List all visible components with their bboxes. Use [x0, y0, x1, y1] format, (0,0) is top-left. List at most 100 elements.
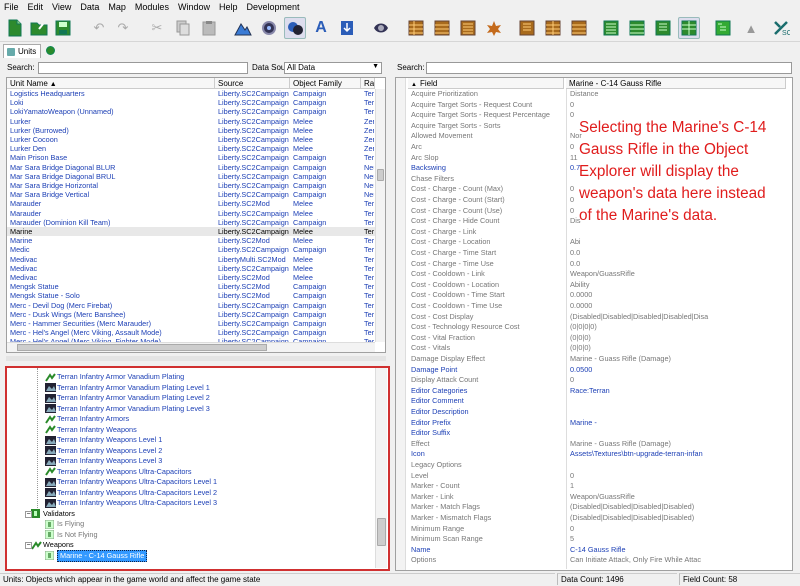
unit-list-column-header[interactable]: Ra — [361, 78, 375, 89]
menu-item-help[interactable]: Help — [219, 2, 238, 12]
field-row[interactable]: Marker - Count 1 — [408, 481, 786, 492]
field-column-header[interactable]: ▲ Field — [408, 78, 564, 89]
table-row[interactable]: Mar Sara Bridge Horizontal Liberty.SC2Cam… — [7, 181, 375, 190]
field-row[interactable]: Editor Categories Race:Terran — [408, 386, 786, 397]
unit-list-scrollbar[interactable] — [375, 89, 385, 342]
table-row[interactable]: Logistics Headquarters Liberty.SC2Campaig… — [7, 89, 375, 98]
tree-scrollbar[interactable] — [375, 368, 387, 568]
save-icon[interactable] — [52, 17, 74, 39]
table-row[interactable]: Lurker Den Liberty.SC2Campaign Melee Zer — [7, 144, 375, 153]
tree-item-is-flying[interactable]: Is Flying — [44, 519, 84, 530]
tree-item[interactable]: Terran Infantry Weapons — [45, 425, 137, 436]
menu-item-modules[interactable]: Modules — [135, 2, 169, 12]
table-row[interactable]: Mengsk Statue Liberty.SC2Mod Campaign Ter — [7, 282, 375, 291]
paste-icon[interactable] — [198, 17, 220, 39]
table-row[interactable]: Medivac LibertyMulti.SC2Mod Melee Ter — [7, 255, 375, 264]
tree-item[interactable]: Terran Infantry Weapons Ultra-Capacitors… — [45, 477, 217, 488]
green-list-icon[interactable] — [626, 17, 648, 39]
table-view-icon[interactable] — [431, 17, 453, 39]
field-row[interactable]: Marker - Link Weapon/GuassRifle — [408, 492, 786, 503]
table-row[interactable]: Loki Liberty.SC2Campaign Campaign Terr — [7, 98, 375, 107]
data-source-select[interactable]: All Data ▼ — [284, 62, 382, 74]
green-table-icon[interactable] — [678, 17, 700, 39]
tree-item[interactable]: Terran Infantry Armor Vanadium Plating L… — [45, 404, 210, 415]
field-row[interactable]: Cost - Technology Resource Cost (0|0|0|0) — [408, 322, 786, 333]
field-row[interactable]: Editor Suffix — [408, 428, 786, 439]
table-row[interactable]: Marine Liberty.SC2Mod Melee Ter — [7, 236, 375, 245]
field-row[interactable]: Editor Prefix Marine - — [408, 418, 786, 429]
table-row[interactable]: Lurker (Burrowed) Liberty.SC2Campaign Mele… — [7, 126, 375, 135]
left-search-input[interactable] — [38, 62, 248, 74]
unit-list-column-header[interactable]: Source — [215, 78, 290, 89]
table-raw-icon[interactable] — [568, 17, 590, 39]
table-row[interactable]: Merc - Devil Dog (Merc Firebat) Liberty.S… — [7, 301, 375, 310]
table-row[interactable]: Lurker Cocoon Liberty.SC2Campaign Melee Zer — [7, 135, 375, 144]
tree-item-is-not-flying[interactable]: Is Not Flying — [44, 530, 98, 541]
tree-item[interactable]: Terran Infantry Armors — [45, 414, 129, 425]
table-row[interactable]: Medic Liberty.SC2Campaign Campaign Terr — [7, 245, 375, 254]
collapse-toggle-icon[interactable]: − — [25, 510, 32, 518]
list-view-icon[interactable] — [457, 17, 479, 39]
new-document-icon[interactable] — [4, 17, 26, 39]
publish-icon[interactable]: ▲ — [740, 17, 762, 39]
autumn-leaf-icon[interactable] — [483, 17, 505, 39]
tree-item[interactable]: Terran Infantry Armor Vanadium Plating L… — [45, 393, 210, 404]
field-row[interactable]: Cost - Cooldown - Location Ability — [408, 280, 786, 291]
menu-item-file[interactable]: File — [4, 2, 19, 12]
column-view-icon[interactable] — [542, 17, 564, 39]
field-row[interactable]: Damage Point 0.0500 — [408, 365, 786, 376]
menu-item-window[interactable]: Window — [178, 2, 210, 12]
unit-list-column-header[interactable]: Unit Name ▲ — [7, 78, 215, 89]
right-search-input[interactable] — [426, 62, 792, 74]
cut-icon[interactable]: ✂ — [146, 17, 168, 39]
unit-list-column-header[interactable]: Object Family — [290, 78, 361, 89]
launch-icon[interactable]: SC — [770, 17, 792, 39]
table-row[interactable]: Mar Sara Bridge Diagonal BRUL Liberty.SC2… — [7, 172, 375, 181]
table-row[interactable]: Merc - Dusk Wings (Merc Banshee) Liberty.… — [7, 310, 375, 319]
table-row[interactable]: Mengsk Statue - Solo Liberty.SC2Mod Campai… — [7, 291, 375, 300]
field-row[interactable]: Cost - Charge - Location Abi — [408, 237, 786, 248]
open-folder-icon[interactable] — [28, 17, 50, 39]
green-detail-icon[interactable] — [652, 17, 674, 39]
tree-item[interactable]: Terran Infantry Weapons Ultra-Capacitors… — [45, 488, 217, 499]
ai-editor-icon[interactable] — [370, 17, 392, 39]
menu-item-view[interactable]: View — [52, 2, 71, 12]
tree-node-validators[interactable]: Validators — [31, 509, 75, 520]
menu-item-map[interactable]: Map — [108, 2, 126, 12]
table-row[interactable]: Marauder Liberty.SC2Campaign Melee Ter — [7, 209, 375, 218]
field-row[interactable]: Marker - Mismatch Flags (Disabled|Disable… — [408, 513, 786, 524]
table-row[interactable]: Marine Liberty.SC2Campaign Melee Ter — [7, 227, 375, 237]
field-row[interactable]: Minimum Scan Range 5 — [408, 534, 786, 545]
table-row[interactable]: Marauder Liberty.SC2Mod Melee Ter — [7, 199, 375, 208]
tree-item[interactable]: Terran Infantry Weapons Level 1 — [45, 435, 162, 446]
collapse-toggle-icon[interactable]: − — [25, 542, 32, 549]
field-row[interactable]: Cost - Charge - Link — [408, 227, 786, 238]
tree-item[interactable]: Terran Infantry Weapons Level 2 — [45, 446, 162, 457]
field-row[interactable]: Level 0 — [408, 471, 786, 482]
table-row[interactable]: Merc - Hammer Securities (Merc Marauder)… — [7, 319, 375, 328]
field-row[interactable]: Cost - Vitals (0|0|0) — [408, 343, 786, 354]
field-row[interactable]: Editor Comment — [408, 396, 786, 407]
field-row[interactable]: Marker - Match Flags (Disabled|Disabled|D… — [408, 502, 786, 513]
data-editor-icon[interactable] — [284, 17, 306, 39]
table-row[interactable]: Main Prison Base Liberty.SC2Campaign Campa… — [7, 153, 375, 162]
tree-item[interactable]: Terran Infantry Armor Vanadium Plating — [45, 372, 184, 383]
detail-view-icon[interactable] — [516, 17, 538, 39]
undo-icon[interactable]: ↶ — [88, 17, 110, 39]
tree-item[interactable]: Terran Infantry Weapons Ultra-Capacitors… — [45, 498, 217, 509]
trigger-editor-icon[interactable] — [258, 17, 280, 39]
tree-item[interactable]: Terran Infantry Weapons Level 3 — [45, 456, 162, 467]
tree-item[interactable]: Terran Infantry Weapons Ultra-Capacitors — [45, 467, 192, 478]
green-tree-icon[interactable] — [712, 17, 734, 39]
table-row[interactable]: Marauder (Dominion Kill Team) Liberty.SC2… — [7, 218, 375, 227]
redo-icon[interactable]: ↷ — [112, 17, 134, 39]
tree-item[interactable]: Terran Infantry Armor Vanadium Plating L… — [45, 383, 210, 394]
table-row[interactable]: Merc - Hel's Angel (Merc Viking, Assault… — [7, 328, 375, 337]
table-row[interactable]: Lurker Liberty.SC2Campaign Melee Zer — [7, 117, 375, 126]
table-row[interactable]: Mar Sara Bridge Vertical Liberty.SC2Campa… — [7, 190, 375, 199]
field-row[interactable]: Icon Assets\Textures\btn-upgrade-terran-i… — [408, 449, 786, 460]
field-row[interactable]: Cost - Charge - Time Use 0.0 — [408, 259, 786, 270]
import-editor-icon[interactable] — [336, 17, 358, 39]
menu-item-edit[interactable]: Edit — [28, 2, 44, 12]
field-row[interactable]: Minimum Range 0 — [408, 524, 786, 535]
